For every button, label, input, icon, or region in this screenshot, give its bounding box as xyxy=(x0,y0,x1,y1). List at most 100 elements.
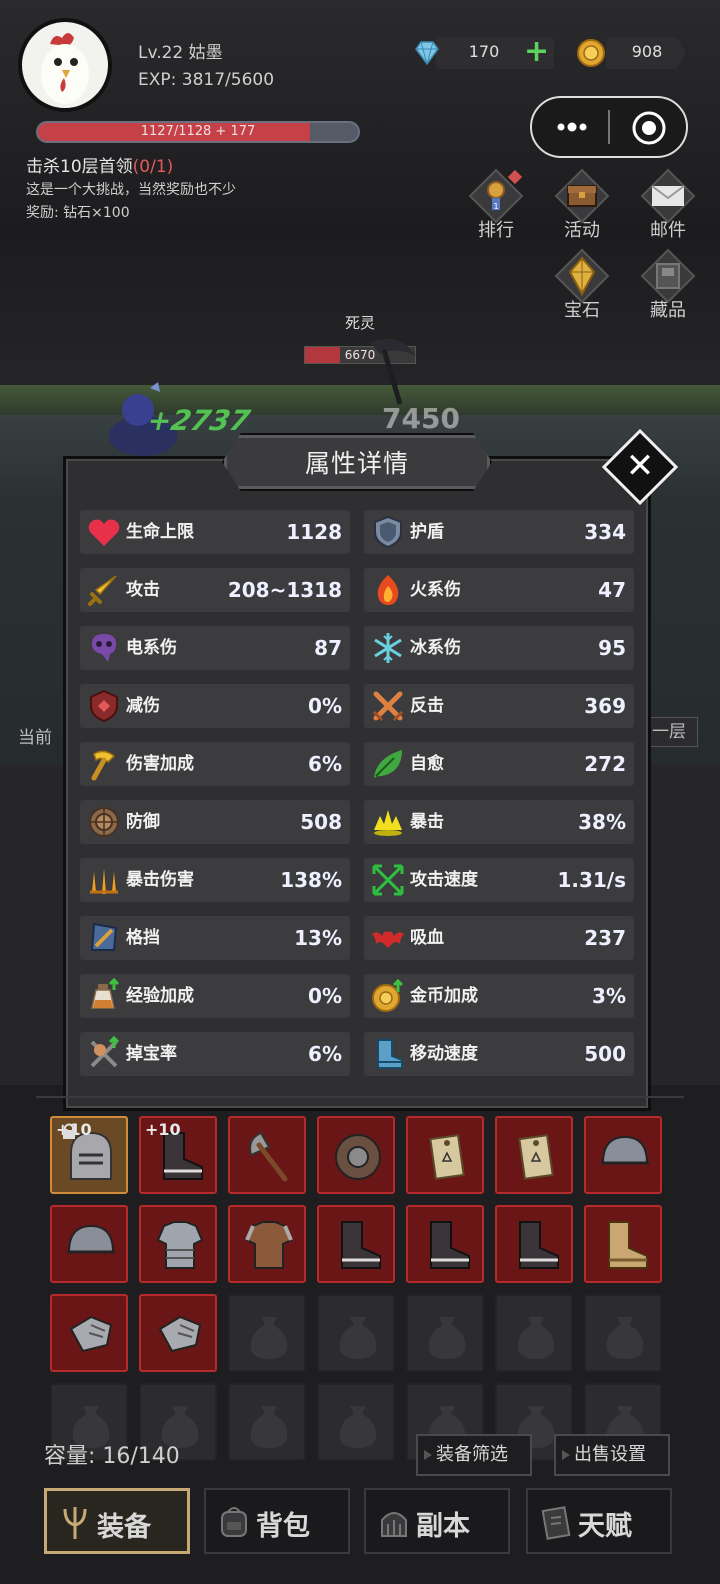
boot-icon xyxy=(341,1221,381,1269)
stat-value: 334 xyxy=(584,520,626,544)
tag-icon xyxy=(429,1134,465,1180)
menu-collection-button[interactable]: 藏品 xyxy=(628,248,708,326)
svg-text:1: 1 xyxy=(493,202,498,211)
stat-row: 护盾 334 xyxy=(364,510,634,554)
lightning-skull-icon xyxy=(92,634,116,662)
inventory-slot-empty[interactable] xyxy=(584,1294,662,1372)
player-level-name: Lv.22 姑墨 xyxy=(138,43,223,63)
avatar[interactable] xyxy=(18,18,112,112)
tab-talent-label: 天赋 xyxy=(578,1511,632,1542)
player-hp-text: 1127/1128 + 177 xyxy=(140,124,256,139)
flame-swords-icon xyxy=(90,868,118,894)
sell-settings-button[interactable]: 出售设置 xyxy=(554,1434,670,1476)
menu-gem-label: 宝石 xyxy=(564,300,600,321)
stat-name: 火系伤 xyxy=(410,580,461,600)
inventory-slot[interactable] xyxy=(317,1116,395,1194)
tab-equipment[interactable]: 装备 xyxy=(44,1488,190,1554)
stat-name: 掉宝率 xyxy=(126,1044,177,1064)
stat-value: 6% xyxy=(308,1042,342,1066)
inventory-slot[interactable] xyxy=(406,1116,484,1194)
inventory-slot[interactable] xyxy=(584,1205,662,1283)
menu-rank-label: 排行 xyxy=(478,220,514,241)
equipment-filter-button[interactable]: 装备筛选 xyxy=(416,1434,532,1476)
bat-icon xyxy=(372,931,404,948)
inventory-slot[interactable] xyxy=(50,1294,128,1372)
tab-dungeon[interactable]: 副本 xyxy=(364,1488,510,1554)
stat-value: 0% xyxy=(308,694,342,718)
stat-row: 自愈 272 xyxy=(364,742,634,786)
stat-row: 格挡 13% xyxy=(80,916,350,960)
current-floor-label: 当前 xyxy=(18,728,52,748)
stat-name: 格挡 xyxy=(126,928,160,948)
stat-value: 13% xyxy=(294,926,342,950)
stat-name: 防御 xyxy=(126,812,160,832)
tan-boot-icon xyxy=(608,1221,648,1269)
menu-mail-button[interactable]: 邮件 xyxy=(628,168,708,246)
loot-icon xyxy=(90,1036,120,1068)
inventory-slot-empty[interactable] xyxy=(317,1383,395,1461)
stat-value: 369 xyxy=(584,694,626,718)
menu-collection-label: 藏品 xyxy=(650,300,686,321)
axe-icon xyxy=(249,1131,288,1182)
stat-row: 电系伤 87 xyxy=(80,626,350,670)
inventory-slot[interactable]: +10 xyxy=(139,1116,217,1194)
inventory-slot-empty[interactable] xyxy=(317,1294,395,1372)
inventory-slot[interactable] xyxy=(139,1294,217,1372)
inventory-slot[interactable]: +10 xyxy=(50,1116,128,1194)
stat-name: 移动速度 xyxy=(410,1044,478,1064)
crit-burst-icon xyxy=(374,810,402,836)
close-icon[interactable]: ✕ xyxy=(613,438,667,492)
enhance-level: +10 xyxy=(145,1120,181,1139)
inventory-slot-empty[interactable] xyxy=(228,1383,306,1461)
inventory-slot-empty[interactable] xyxy=(495,1294,573,1372)
inventory-slot[interactable] xyxy=(406,1205,484,1283)
pouch-icon xyxy=(606,1317,644,1359)
inventory-slot[interactable] xyxy=(228,1205,306,1283)
inventory-capacity: 容量: 16/140 xyxy=(44,1444,180,1469)
round-shield-icon xyxy=(89,807,119,837)
menu-activity-button[interactable]: 活动 xyxy=(542,168,622,246)
pouch-icon xyxy=(517,1317,555,1359)
gold-amount: 908 xyxy=(631,42,663,61)
more-dots-icon xyxy=(557,122,587,132)
quest-description: 这是一个大挑战，当然奖励也不少 xyxy=(26,182,236,198)
leaf-icon xyxy=(374,750,402,778)
more-menu-button[interactable] xyxy=(552,112,592,142)
inventory-slot[interactable] xyxy=(139,1205,217,1283)
stat-value: 47 xyxy=(598,578,626,602)
stat-row: 减伤 0% xyxy=(80,684,350,728)
tab-talent[interactable]: 天赋 xyxy=(526,1488,672,1554)
boot-icon xyxy=(519,1221,559,1269)
tab-backpack[interactable]: 背包 xyxy=(204,1488,350,1554)
menu-rank-button[interactable]: 1 排行 xyxy=(456,168,536,246)
snowflake-icon xyxy=(374,633,402,663)
inventory-slot[interactable] xyxy=(584,1116,662,1194)
stat-name: 冰系伤 xyxy=(410,638,461,658)
menu-activity-label: 活动 xyxy=(564,220,600,241)
inventory-slot[interactable] xyxy=(228,1116,306,1194)
inventory-slot[interactable] xyxy=(50,1205,128,1283)
stat-value: 138% xyxy=(280,868,342,892)
stat-name: 吸血 xyxy=(410,928,444,948)
quest-reward: 奖励: 钻石×100 xyxy=(26,205,130,221)
dungeon-gate-icon xyxy=(381,1512,407,1537)
stat-row: 生命上限 1128 xyxy=(80,510,350,554)
menu-gem-button[interactable]: 宝石 xyxy=(542,248,622,326)
sword-icon xyxy=(88,575,117,606)
stat-row: 金币加成 3% xyxy=(364,974,634,1018)
stat-name: 护盾 xyxy=(410,522,444,542)
inventory-slot-empty[interactable] xyxy=(406,1294,484,1372)
inventory-slot[interactable] xyxy=(317,1205,395,1283)
inventory-slot[interactable] xyxy=(495,1116,573,1194)
quest-title-text: 击杀10层首领 xyxy=(26,157,133,177)
capsule-divider xyxy=(608,110,610,144)
tab-equipment-label: 装备 xyxy=(97,1512,151,1543)
stat-value: 38% xyxy=(578,810,626,834)
inventory-slot-empty[interactable] xyxy=(228,1294,306,1372)
close-miniprogram-button[interactable] xyxy=(630,109,668,147)
stat-row: 伤害加成 6% xyxy=(80,742,350,786)
inventory-slot[interactable] xyxy=(495,1205,573,1283)
quest-title[interactable]: 击杀10层首领(0/1) xyxy=(26,152,173,177)
plus-icon[interactable]: + xyxy=(524,36,549,68)
stat-row: 攻击 208~1318 xyxy=(80,568,350,612)
